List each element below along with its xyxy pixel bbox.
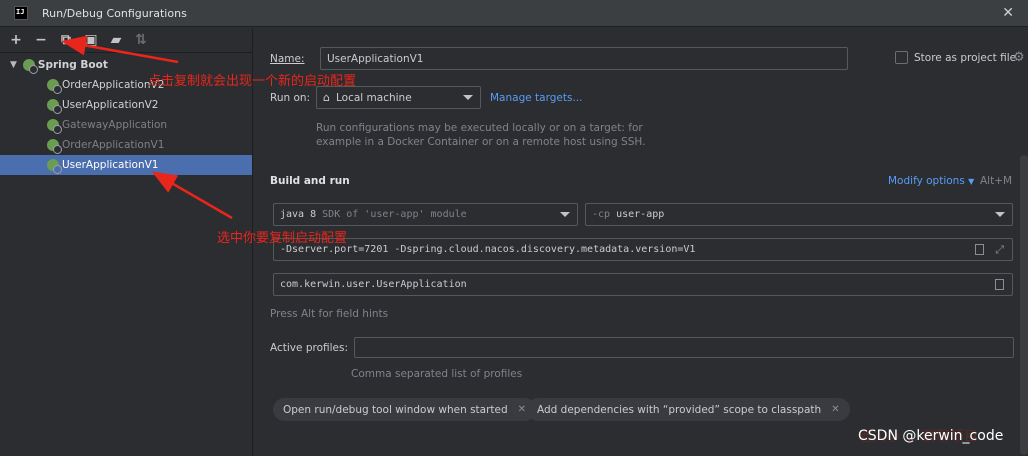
tree-item-userapplicationv2[interactable]: UserApplicationV2	[0, 95, 252, 115]
spring-boot-config-icon	[47, 139, 62, 154]
remove-button[interactable]: −	[33, 32, 49, 48]
spring-boot-config-icon	[47, 119, 62, 134]
jdk-value: java 8	[280, 209, 317, 220]
build-and-run-heading: Build and run	[270, 175, 350, 187]
modify-options-link[interactable]: Modify options ▼	[888, 175, 974, 187]
document-icon[interactable]	[975, 244, 984, 255]
tree-item-label: OrderApplicationV1	[62, 139, 165, 151]
field-hints-text: Press Alt for field hints	[270, 308, 389, 320]
add-button[interactable]: +	[8, 32, 24, 48]
new-folder-icon: ▰	[110, 32, 122, 48]
minus-icon: −	[35, 32, 47, 48]
close-icon[interactable]: ✕	[518, 404, 526, 415]
run-info-line1: Run configurations may be executed local…	[316, 122, 643, 134]
tree-item-label: UserApplicationV1	[62, 159, 159, 171]
classpath-value: user-app	[616, 209, 665, 220]
copy-icon: ⧉	[61, 32, 71, 48]
jdk-select[interactable]: java 8 SDK of 'user-app' module	[273, 203, 578, 226]
run-on-value: Local machine	[335, 91, 412, 104]
document-icon[interactable]	[995, 279, 1004, 290]
active-profiles-input[interactable]	[354, 337, 1014, 358]
expand-icon[interactable]: ⤢	[995, 243, 1004, 257]
save-button[interactable]: ▣	[83, 32, 99, 48]
main-class-value: com.kerwin.user.UserApplication	[280, 279, 467, 290]
annotation-select-note: 选中你要复制启动配置	[217, 231, 348, 246]
name-input[interactable]: UserApplicationV1	[320, 47, 848, 70]
tree-item-label: GatewayApplication	[62, 119, 168, 131]
profiles-hint: Comma separated list of profiles	[351, 368, 523, 380]
close-icon[interactable]: ✕	[1002, 5, 1014, 21]
jdk-hint: SDK of 'user-app' module	[322, 209, 467, 220]
active-profiles-label: Active profiles:	[270, 342, 348, 354]
spring-boot-icon	[22, 59, 38, 74]
chip-label: Open run/debug tool window when started	[283, 403, 508, 416]
sort-button[interactable]: ⇅	[133, 32, 149, 48]
home-icon: ⌂	[323, 91, 330, 104]
run-on-select[interactable]: ⌂ Local machine	[316, 86, 481, 109]
gear-icon[interactable]: ⚙	[1013, 50, 1025, 65]
vm-options-input[interactable]: -Dserver.port=7201 -Dspring.cloud.nacos.…	[273, 238, 1013, 261]
spring-boot-config-icon	[47, 79, 62, 94]
intellij-logo-icon: IJ	[14, 6, 28, 20]
save-icon: ▣	[84, 32, 98, 48]
store-as-project-checkbox[interactable]	[895, 51, 908, 64]
chevron-down-icon	[995, 212, 1005, 217]
chevron-down-icon[interactable]: ▼	[10, 60, 17, 70]
name-label: Name:	[270, 53, 305, 65]
configuration-editor: Name: UserApplicationV1 Store as project…	[254, 28, 1028, 456]
store-as-project-label: Store as project file	[914, 52, 1017, 64]
chip-open-tool-window[interactable]: Open run/debug tool window when started …	[273, 398, 537, 421]
chevron-down-icon	[560, 212, 570, 217]
tree-item-gatewayapplication[interactable]: GatewayApplication	[0, 115, 252, 135]
spring-boot-config-icon	[47, 99, 62, 114]
copy-button[interactable]: ⧉	[58, 32, 74, 48]
main-class-input[interactable]: com.kerwin.user.UserApplication	[273, 273, 1013, 296]
sidebar-toolbar: + − ⧉ ▣ ▰ ⇅	[0, 28, 252, 53]
chevron-down-icon	[463, 95, 473, 100]
vertical-scrollbar[interactable]	[1020, 155, 1028, 455]
folder-button[interactable]: ▰	[108, 32, 124, 48]
tree-item-label: UserApplicationV2	[62, 99, 159, 111]
annotation-copy-note: 点击复制就会出现一个新的启动配置	[148, 74, 357, 89]
window-title: Run/Debug Configurations	[42, 6, 187, 20]
tree-item-orderapplicationv1[interactable]: OrderApplicationV1	[0, 135, 252, 155]
chip-provided-scope[interactable]: Add dependencies with “provided” scope t…	[527, 398, 850, 421]
plus-icon: +	[10, 32, 22, 48]
chip-label: Add dependencies with “provided” scope t…	[537, 403, 822, 416]
configurations-sidebar: + − ⧉ ▣ ▰ ⇅ ▼ Spring Boot OrderApplicationV2 U…	[0, 28, 253, 456]
spring-boot-config-icon	[47, 159, 62, 174]
run-info-line2: example in a Docker Container or on a re…	[316, 136, 646, 148]
close-icon[interactable]: ✕	[831, 404, 839, 415]
tree-group-label: Spring Boot	[37, 59, 108, 71]
tree-item-userapplicationv1[interactable]: UserApplicationV1	[0, 155, 252, 175]
classpath-flag: -cp	[592, 209, 611, 220]
manage-targets-link[interactable]: Manage targets...	[490, 92, 582, 104]
classpath-select[interactable]: -cp user-app	[585, 203, 1013, 226]
window-titlebar: IJ Run/Debug Configurations ✕	[0, 0, 1028, 27]
run-on-label: Run on:	[270, 92, 311, 104]
sort-icon: ⇅	[135, 32, 147, 48]
modify-options-shortcut: Alt+M	[980, 175, 1013, 187]
watermark: CSDN @kerwin_code	[858, 428, 1004, 444]
